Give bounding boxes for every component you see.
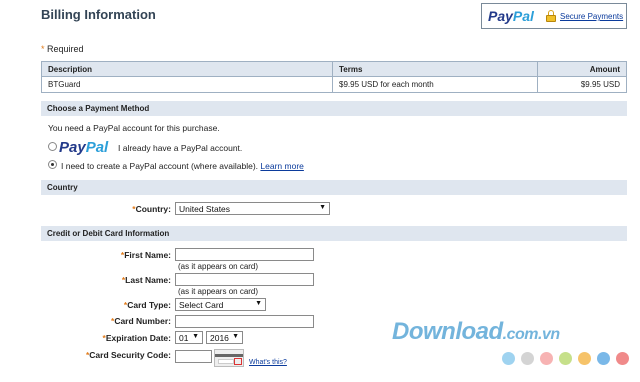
country-label: *Country: bbox=[132, 204, 171, 214]
last-name-input[interactable] bbox=[175, 273, 314, 286]
chevron-down-icon: ▼ bbox=[255, 300, 262, 307]
card-type-select[interactable]: Select Card ▼ bbox=[175, 298, 266, 311]
item-description: BTGuard bbox=[41, 76, 333, 93]
option-have-paypal-label[interactable]: I already have a PayPal account. bbox=[118, 143, 242, 153]
column-header-description: Description bbox=[41, 61, 333, 77]
download-watermark: Download.com.vn bbox=[392, 318, 560, 345]
paypal-required-text: You need a PayPal account for this purch… bbox=[48, 123, 220, 133]
watermark-dot bbox=[597, 352, 610, 365]
radio-create-paypal[interactable] bbox=[48, 160, 57, 169]
first-name-label: *First Name: bbox=[120, 250, 171, 260]
required-note: * Required bbox=[41, 44, 84, 54]
required-star-icon: * bbox=[41, 44, 45, 54]
lock-icon bbox=[546, 10, 556, 22]
page-title: Billing Information bbox=[41, 7, 156, 22]
whats-this-link[interactable]: What's this? bbox=[249, 359, 287, 366]
chevron-down-icon: ▼ bbox=[192, 333, 199, 340]
item-terms: $9.95 USD for each month bbox=[332, 76, 538, 93]
paypal-secure-badge: PayPal Secure Payments bbox=[481, 3, 627, 29]
column-header-amount: Amount bbox=[537, 61, 627, 77]
watermark-dot bbox=[502, 352, 515, 365]
item-amount: $9.95 USD bbox=[537, 76, 627, 93]
table-row: BTGuard $9.95 USD for each month $9.95 U… bbox=[41, 76, 627, 93]
paypal-logo-large: PayPal bbox=[59, 139, 109, 156]
section-payment-method: Choose a Payment Method bbox=[41, 101, 627, 116]
exp-year-select[interactable]: 2016 ▼ bbox=[206, 331, 243, 344]
card-number-input[interactable] bbox=[175, 315, 314, 328]
items-table: Description Terms Amount BTGuard $9.95 U… bbox=[41, 61, 627, 93]
country-select[interactable]: United States ▼ bbox=[175, 202, 330, 215]
watermark-dot bbox=[559, 352, 572, 365]
last-name-hint: (as it appears on card) bbox=[178, 287, 259, 296]
column-header-terms: Terms bbox=[332, 61, 538, 77]
watermark-dot bbox=[578, 352, 591, 365]
card-number-label: *Card Number: bbox=[111, 316, 171, 326]
section-country: Country bbox=[41, 180, 627, 195]
watermark-dot bbox=[540, 352, 553, 365]
watermark-dot bbox=[521, 352, 534, 365]
first-name-input[interactable] bbox=[175, 248, 314, 261]
secure-payments-link[interactable]: Secure Payments bbox=[560, 12, 623, 21]
option-create-paypal: I need to create a PayPal account (where… bbox=[61, 161, 304, 171]
section-card-info: Credit or Debit Card Information bbox=[41, 226, 627, 241]
learn-more-link[interactable]: Learn more bbox=[260, 161, 303, 171]
exp-month-select[interactable]: 01 ▼ bbox=[175, 331, 203, 344]
last-name-label: *Last Name: bbox=[121, 275, 171, 285]
chevron-down-icon: ▼ bbox=[232, 333, 239, 340]
card-security-code-icon bbox=[214, 349, 244, 367]
option-create-paypal-label[interactable]: I need to create a PayPal account (where… bbox=[61, 161, 258, 171]
radio-have-paypal[interactable] bbox=[48, 142, 57, 151]
watermark-dot bbox=[616, 352, 629, 365]
security-code-label: *Card Security Code: bbox=[85, 350, 171, 360]
chevron-down-icon: ▼ bbox=[319, 204, 326, 211]
expiration-date-label: *Expiration Date: bbox=[102, 333, 172, 343]
first-name-hint: (as it appears on card) bbox=[178, 262, 259, 271]
watermark-dots bbox=[502, 352, 632, 366]
paypal-logo: PayPal bbox=[488, 8, 534, 24]
security-code-input[interactable] bbox=[175, 350, 212, 363]
card-type-label: *Card Type: bbox=[123, 300, 171, 310]
